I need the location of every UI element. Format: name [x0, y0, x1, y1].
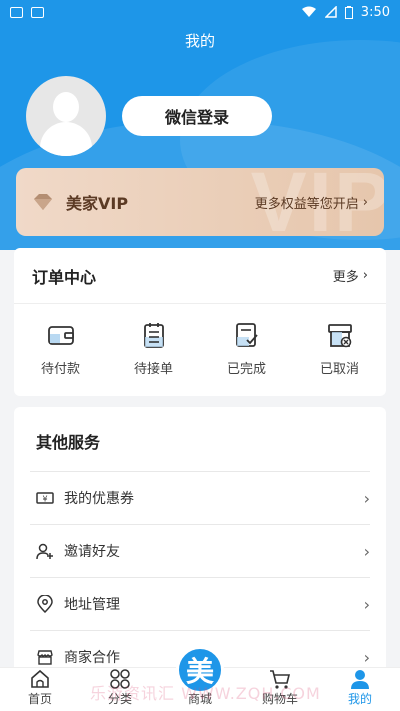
avatar-body: [40, 122, 92, 156]
service-item-coupons[interactable]: ¥ 我的优惠券 ›: [30, 472, 370, 525]
chevron-right-icon: ›: [362, 194, 368, 210]
add-user-icon: [36, 543, 53, 560]
order-status-row: 待付款 待接单 已完成 已取消: [14, 304, 386, 377]
chevron-right-icon: ›: [362, 268, 368, 283]
chevron-right-icon: ›: [363, 594, 370, 614]
service-label: 我的优惠券: [64, 491, 134, 507]
chevron-right-icon: ›: [363, 647, 370, 667]
order-completed[interactable]: 已完成: [207, 320, 287, 377]
svg-text:¥: ¥: [42, 495, 47, 504]
wechat-login-button[interactable]: 微信登录: [122, 96, 272, 136]
status-time: 3:50: [360, 4, 390, 20]
chevron-right-icon: ›: [363, 488, 370, 508]
order-pending-payment[interactable]: 待付款: [21, 320, 101, 377]
battery-icon: [344, 5, 353, 19]
tab-profile[interactable]: 我的: [320, 668, 400, 711]
home-icon: [31, 669, 49, 688]
order-more-text: 更多: [332, 270, 359, 285]
service-label: 地址管理: [64, 597, 120, 613]
vip-gem-icon: [34, 194, 52, 210]
vip-more-link[interactable]: 更多权益等您开启 ›: [255, 193, 368, 212]
image-notification-icon: [10, 6, 23, 18]
cancel-box-icon: [327, 324, 352, 348]
app-notification-icon: [31, 6, 44, 18]
coupon-icon: ¥: [36, 492, 54, 504]
status-bar: 3:50: [0, 0, 400, 24]
page-title: 我的: [184, 32, 215, 50]
order-label: 待付款: [40, 362, 80, 377]
tab-label: 首页: [27, 692, 52, 706]
order-label: 待接单: [133, 362, 173, 377]
service-label: 商家合作: [64, 650, 120, 666]
clipboard-icon: [143, 323, 164, 348]
order-center-header: 订单中心 更多 ›: [14, 248, 386, 304]
vip-more-text: 更多权益等您开启: [254, 196, 359, 212]
order-more-link[interactable]: 更多 ›: [333, 266, 368, 285]
check-document-icon: [235, 323, 258, 347]
profile-icon: [351, 670, 369, 689]
wifi-icon: [301, 6, 316, 17]
signal-icon: [324, 6, 337, 18]
order-label: 已完成: [226, 362, 266, 377]
wallet-icon: [47, 326, 74, 345]
tab-label: 我的: [347, 692, 372, 706]
order-center-card: 订单中心 更多 › 待付款 待接单 已完成 已取消: [14, 248, 386, 396]
avatar[interactable]: [26, 76, 106, 156]
order-cancelled[interactable]: 已取消: [300, 320, 380, 377]
store-icon: [37, 650, 53, 665]
site-watermark: 乐游资讯汇 WWW.ZQH.COM: [90, 684, 321, 703]
vip-label: 美家VIP: [66, 194, 129, 213]
order-pending-accept[interactable]: 待接单: [114, 320, 194, 377]
chevron-right-icon: ›: [363, 541, 370, 561]
other-services-card: 其他服务 ¥ 我的优惠券 › 邀请好友 › 地址管理 › 商家合作 ›: [14, 407, 386, 684]
tab-home[interactable]: 首页: [0, 668, 80, 711]
order-label: 已取消: [319, 362, 359, 377]
service-label: 邀请好友: [64, 544, 120, 560]
avatar-head: [53, 92, 79, 122]
other-services-title: 其他服务: [30, 407, 370, 472]
vip-card[interactable]: VIP 美家VIP 更多权益等您开启 ›: [16, 168, 384, 236]
location-icon: [37, 595, 53, 613]
order-center-title: 订单中心: [32, 267, 97, 287]
service-item-invite[interactable]: 邀请好友 ›: [30, 525, 370, 578]
service-item-address[interactable]: 地址管理 ›: [30, 578, 370, 631]
